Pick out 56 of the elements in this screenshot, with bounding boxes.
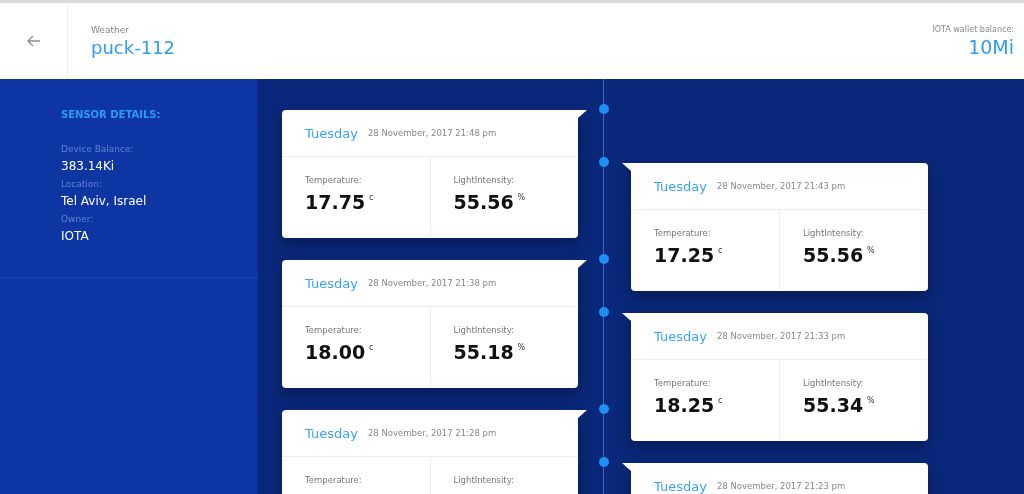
day-label: Tuesday (654, 178, 707, 194)
temperature-value: 18.00 (305, 341, 366, 363)
day-label: Tuesday (654, 328, 707, 344)
unit-label: % (517, 343, 526, 352)
field-label: Owner: (61, 214, 95, 224)
field-value: 383.14Ki (61, 159, 116, 173)
timeline-dot (599, 104, 609, 114)
metric-label: LightIntensity: (803, 378, 865, 388)
day-label: Tuesday (305, 275, 358, 291)
date-text: 28 November, 2017 21:23 pm (716, 481, 846, 491)
date-text: 28 November, 2017 21:43 pm (716, 181, 846, 191)
metric-label: LightIntensity: (803, 228, 865, 238)
timeline-dot (599, 307, 609, 317)
category-label: Weather (91, 24, 130, 35)
metric-label: Temperature: (305, 325, 363, 335)
metric-label: LightIntensity: (453, 475, 515, 485)
section-heading: SENSOR DETAILS: (61, 109, 162, 120)
day-label: Tuesday (654, 478, 707, 494)
field-value: IOTA (61, 229, 90, 243)
metric-label: Temperature: (654, 378, 712, 388)
date-text: 28 November, 2017 21:28 pm (367, 428, 497, 438)
unit-label: c (369, 343, 374, 352)
day-label: Tuesday (305, 125, 358, 141)
unit-label: c (718, 246, 723, 255)
day-label: Tuesday (305, 425, 358, 441)
timeline-dot (599, 457, 609, 467)
timeline-dot (599, 404, 609, 414)
back-arrow-icon[interactable] (26, 35, 41, 47)
metric-label: Temperature: (654, 228, 712, 238)
light-intensity-value: 55.18 (453, 341, 514, 363)
temperature-value: 18.25 (654, 394, 715, 416)
date-text: 28 November, 2017 21:33 pm (716, 331, 846, 341)
metric-label: LightIntensity: (453, 175, 515, 185)
device-title: puck-112 (91, 36, 176, 58)
metric-label: Temperature: (305, 175, 363, 185)
light-intensity-value: 55.34 (803, 394, 864, 416)
field-label: Device Balance: (61, 144, 135, 154)
date-text: 28 November, 2017 21:48 pm (367, 128, 497, 138)
unit-label: % (867, 246, 875, 255)
field-value: Tel Aviv, Israel (61, 194, 148, 208)
temperature-value: 17.75 (305, 191, 366, 213)
wallet-label: IOTA wallet balance: (932, 24, 1014, 34)
unit-label: % (867, 396, 875, 405)
date-text: 28 November, 2017 21:38 pm (367, 278, 497, 288)
timeline-dot (599, 157, 609, 167)
metric-label: LightIntensity: (453, 325, 515, 335)
temperature-value: 17.25 (654, 244, 715, 266)
metric-label: Temperature: (305, 475, 363, 485)
wallet-balance: 10Mi (968, 35, 1014, 58)
field-label: Location: (61, 179, 104, 189)
unit-label: % (517, 193, 526, 202)
light-intensity-value: 55.56 (453, 191, 514, 213)
light-intensity-value: 55.56 (803, 244, 864, 266)
unit-label: c (369, 193, 374, 202)
timeline-dot (599, 254, 609, 264)
unit-label: c (718, 396, 723, 405)
